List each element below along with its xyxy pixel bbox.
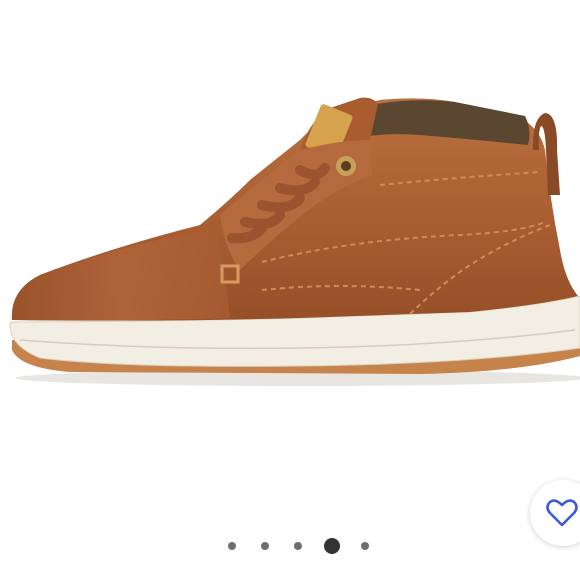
shoe-image: [9, 97, 580, 386]
product-image-viewer: [0, 0, 580, 579]
carousel-dot[interactable]: [294, 542, 302, 550]
carousel-dot[interactable]: [228, 542, 236, 550]
carousel-indicator: [0, 536, 580, 556]
shoe-toe: [11, 228, 230, 321]
carousel-dot[interactable]: [261, 542, 269, 550]
carousel-dot[interactable]: [361, 542, 369, 550]
heart-outline-icon: [546, 499, 578, 527]
carousel-dot-active[interactable]: [324, 538, 340, 554]
